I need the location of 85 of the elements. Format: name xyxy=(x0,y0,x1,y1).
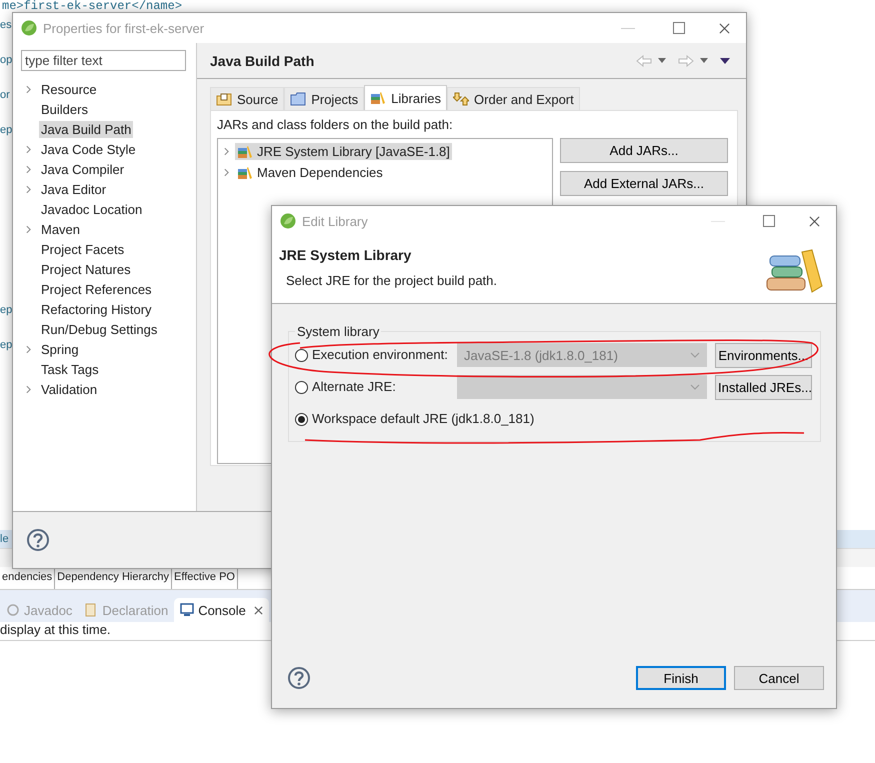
filter-field[interactable]: type filter text xyxy=(21,50,186,71)
document-icon xyxy=(84,603,98,617)
code-fragment: op xyxy=(0,53,12,68)
tree-item[interactable]: Task Tags xyxy=(39,360,101,378)
chevron-icon[interactable] xyxy=(26,164,31,174)
dialog-description: Select JRE for the project build path. xyxy=(285,273,498,288)
code-fragment: ep xyxy=(0,123,12,138)
maximize-icon[interactable] xyxy=(673,22,685,34)
back-arrow-icon[interactable] xyxy=(636,54,652,66)
add-button[interactable]: Add JARs... xyxy=(560,138,728,163)
tree-item[interactable]: Spring xyxy=(39,340,81,358)
tree-item[interactable]: Run/Debug Settings xyxy=(39,320,160,338)
code-fragment: or xyxy=(0,88,10,103)
library-item[interactable]: JRE System Library [JavaSE-1.8] xyxy=(235,143,452,160)
chevron-icon[interactable] xyxy=(26,84,31,94)
chevron-icon[interactable] xyxy=(26,144,31,154)
dropdown-icon[interactable] xyxy=(700,58,708,63)
tree-item[interactable]: Java Code Style xyxy=(39,140,138,158)
chevron-icon[interactable] xyxy=(26,184,31,194)
tab[interactable]: Projects xyxy=(284,87,364,110)
close-icon[interactable] xyxy=(719,22,730,34)
option-label[interactable]: Execution environment: xyxy=(312,347,453,363)
close-icon[interactable] xyxy=(254,606,263,614)
code-fragment: ep xyxy=(0,303,12,318)
tree-item[interactable]: Java Build Path xyxy=(39,120,134,138)
tree-item[interactable]: Refactoring History xyxy=(39,300,154,318)
dialog-heading: JRE System Library xyxy=(279,247,412,263)
chevron-icon[interactable] xyxy=(26,384,31,394)
tree-item[interactable]: Java Editor xyxy=(39,180,108,198)
dropdown-icon[interactable] xyxy=(658,58,666,63)
code-fragment: es xyxy=(0,18,12,33)
forward-arrow-icon[interactable] xyxy=(678,54,694,66)
tab[interactable]: Source xyxy=(210,87,284,110)
tree-item[interactable]: Resource xyxy=(39,80,99,98)
tree-item[interactable]: Validation xyxy=(39,380,100,398)
tree-item[interactable]: Project References xyxy=(39,280,154,298)
content-label: JARs and class folders on the build path: xyxy=(217,117,454,132)
chevron-down-icon xyxy=(690,384,700,390)
option-label[interactable]: Workspace default JRE (jdk1.8.0_181) xyxy=(312,411,534,427)
tree-item[interactable]: Builders xyxy=(39,100,90,118)
tree-item[interactable]: Project Facets xyxy=(39,240,126,258)
chevron-icon[interactable] xyxy=(224,168,229,177)
books-icon xyxy=(370,91,386,105)
dialog-button[interactable]: Finish xyxy=(636,666,726,690)
close-icon[interactable] xyxy=(809,216,820,226)
help-icon[interactable] xyxy=(288,667,310,689)
books-icon xyxy=(237,166,253,180)
help-icon[interactable] xyxy=(27,529,49,551)
chevron-icon[interactable] xyxy=(224,147,229,156)
library-item[interactable]: Maven Dependencies xyxy=(235,164,385,181)
settings-button[interactable]: Installed JREs... xyxy=(715,374,812,400)
dialog-button[interactable]: Cancel xyxy=(734,666,824,690)
option-label[interactable]: Alternate JRE: xyxy=(312,379,453,395)
tree-item[interactable]: Project Natures xyxy=(39,260,133,278)
chevron-icon[interactable] xyxy=(26,224,31,234)
maximize-icon[interactable] xyxy=(763,215,775,227)
tree-item[interactable]: Javadoc Location xyxy=(39,200,144,218)
code-fragment: ep xyxy=(0,338,12,353)
page-title: Java Build Path xyxy=(210,52,314,68)
tab[interactable]: Order and Export xyxy=(447,87,580,110)
code-fragment: le xyxy=(0,533,9,545)
monitor-icon xyxy=(180,603,194,617)
radio-button[interactable] xyxy=(295,412,308,426)
leaf-logo-icon xyxy=(280,213,296,229)
tab[interactable]: Libraries xyxy=(364,85,448,110)
window-title: Edit Library xyxy=(302,214,369,228)
books-icon xyxy=(237,144,253,158)
tree-item[interactable]: Maven xyxy=(39,220,82,238)
radio-button[interactable] xyxy=(295,380,308,394)
code-line: me>first-ek-server</name> xyxy=(1,0,184,12)
jre-dropdown[interactable] xyxy=(457,375,707,399)
menu-icon[interactable] xyxy=(720,58,730,64)
chevron-down-icon xyxy=(690,352,700,358)
leaf-logo-icon xyxy=(21,20,37,36)
add-button[interactable]: Add External JARs... xyxy=(560,171,728,196)
window-title: Properties for first-ek-server xyxy=(43,20,206,36)
group-label: System library xyxy=(295,324,382,339)
folder-icon xyxy=(290,92,306,106)
up-down-arrows-icon xyxy=(453,92,470,106)
settings-button[interactable]: Environments... xyxy=(715,342,812,368)
chevron-icon[interactable] xyxy=(26,344,31,354)
package-folder-icon xyxy=(216,92,232,106)
view-tab[interactable]: Console xyxy=(174,598,269,622)
radio-button[interactable] xyxy=(295,348,308,362)
tree-item[interactable]: Java Compiler xyxy=(39,160,126,178)
